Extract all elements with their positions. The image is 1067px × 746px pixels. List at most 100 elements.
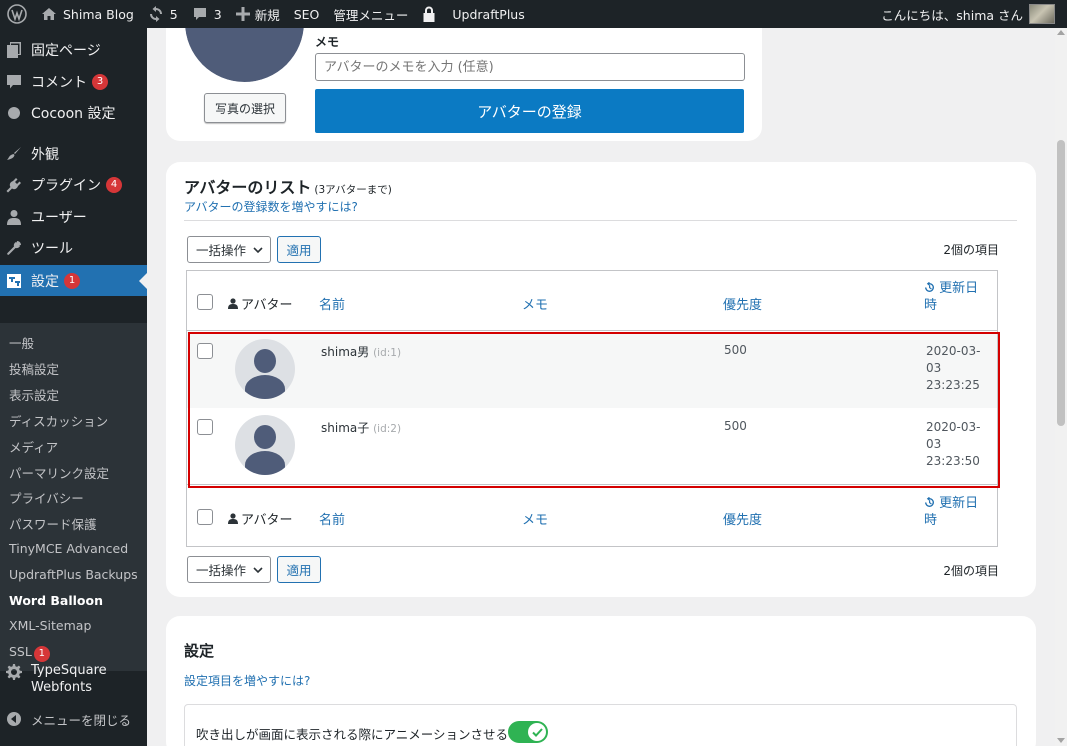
user-avatar bbox=[1029, 4, 1055, 24]
wrench-icon bbox=[6, 240, 22, 256]
memo-input[interactable] bbox=[315, 53, 745, 81]
admin-menu-link[interactable]: 管理メニュー bbox=[326, 0, 415, 28]
submenu-item-permalink[interactable]: パーマリンク設定 bbox=[9, 463, 109, 482]
avatar-priority: 500 bbox=[724, 343, 747, 357]
column-priority[interactable]: 優先度 bbox=[723, 294, 762, 313]
scrollbar-thumb[interactable] bbox=[1057, 140, 1065, 426]
user-icon bbox=[228, 298, 238, 309]
collapse-arrow-icon bbox=[6, 711, 22, 727]
column-memo[interactable]: メモ bbox=[522, 294, 548, 313]
select-photo-button[interactable]: 写真の選択 bbox=[204, 93, 286, 123]
sidebar-item-comments[interactable]: コメント 3 bbox=[0, 68, 147, 96]
column-avatar: アバター bbox=[228, 294, 292, 313]
bulk-action-select-bottom[interactable]: 一括操作 bbox=[187, 556, 271, 583]
column-name[interactable]: 名前 bbox=[319, 294, 345, 313]
avatar-id: (id:1) bbox=[373, 347, 402, 359]
wordpress-logo-icon[interactable] bbox=[0, 0, 34, 28]
table-header-row: アバター 名前 メモ 優先度 更新日 時 bbox=[187, 271, 997, 331]
bulk-action-label: 一括操作 bbox=[196, 243, 247, 258]
avatar-name: shima男 (id:1) bbox=[321, 343, 401, 360]
sidebar-item-plugins[interactable]: プラグイン 4 bbox=[0, 171, 147, 199]
sidebar-item-label: 設定 bbox=[31, 273, 59, 290]
sidebar-item-pages[interactable]: 固定ページ bbox=[0, 36, 147, 64]
sidebar-item-label: 外観 bbox=[31, 147, 59, 163]
collapse-menu-button[interactable]: メニューを閉じる bbox=[0, 708, 147, 730]
row-checkbox[interactable] bbox=[197, 419, 213, 435]
column-name[interactable]: 名前 bbox=[319, 509, 345, 528]
brush-icon bbox=[6, 146, 22, 162]
avatar-list-title: アバターのリスト bbox=[184, 178, 312, 197]
page-scrollbar[interactable] bbox=[1055, 28, 1067, 746]
item-count-bottom: 2個の項目 bbox=[943, 564, 999, 578]
comments-badge: 3 bbox=[92, 74, 108, 90]
item-count-top: 2個の項目 bbox=[943, 243, 999, 257]
chevron-down-icon bbox=[253, 242, 263, 257]
table-footer-row: アバター 名前 メモ 優先度 更新日 時 bbox=[187, 484, 997, 546]
submenu-item-privacy[interactable]: プライバシー bbox=[9, 488, 84, 507]
avatar-list-card: アバターのリスト (3アバターまで) アバターの登録数を増やすには? 一括操作 … bbox=[166, 162, 1036, 597]
select-all-checkbox-top[interactable] bbox=[197, 294, 213, 310]
avatar-register-card: メモ 写真の選択 アバターの登録 bbox=[166, 0, 762, 141]
apply-button-top[interactable]: 適用 bbox=[277, 236, 321, 263]
increase-avatars-link[interactable]: アバターの登録数を増やすには? bbox=[184, 198, 358, 215]
row-checkbox[interactable] bbox=[197, 343, 213, 359]
avatar-updated-date: 2020-03- bbox=[926, 344, 981, 358]
updates-link[interactable]: 5 bbox=[141, 0, 185, 28]
sidebar-item-appearance[interactable]: 外観 bbox=[0, 140, 147, 168]
site-name: Shima Blog bbox=[63, 6, 134, 22]
settings-submenu: 一般 投稿設定 表示設定 ディスカッション メディア パーマリンク設定 プライバ… bbox=[0, 323, 147, 671]
avatar-name-text: shima男 bbox=[321, 345, 370, 359]
table-row: shima子 (id:2) 500 2020-03- 03 23:23:50 bbox=[187, 408, 997, 484]
sidebar-item-settings[interactable]: 設定 1 bbox=[0, 265, 147, 296]
greeting: こんにちは、shima さん bbox=[881, 7, 1023, 23]
updraftplus-link[interactable]: UpdraftPlus bbox=[415, 0, 531, 28]
increase-settings-link[interactable]: 設定項目を増やすには? bbox=[184, 672, 310, 689]
submenu-item-writing[interactable]: 投稿設定 bbox=[9, 359, 59, 378]
submenu-item-updraftplus[interactable]: UpdraftPlus Backups bbox=[9, 567, 138, 582]
avatar-table: アバター 名前 メモ 優先度 更新日 時 shima男 (id:1) 500 2… bbox=[186, 270, 998, 547]
submenu-item-word-balloon[interactable]: Word Balloon bbox=[9, 593, 103, 608]
admin-bar: Shima Blog 5 3 新規 SEO 管理メニュー UpdraftPlus… bbox=[0, 0, 1067, 28]
submenu-item-password-protect[interactable]: パスワード保護 bbox=[9, 514, 97, 533]
bulk-action-select-top[interactable]: 一括操作 bbox=[187, 236, 271, 263]
submenu-item-discussion[interactable]: ディスカッション bbox=[9, 411, 108, 430]
submenu-item-label: SSL bbox=[9, 644, 32, 659]
submenu-item-reading[interactable]: 表示設定 bbox=[9, 385, 59, 404]
animation-toggle[interactable] bbox=[508, 721, 548, 743]
select-all-checkbox-bottom[interactable] bbox=[197, 509, 213, 525]
apply-button-bottom[interactable]: 適用 bbox=[277, 556, 321, 583]
column-updated-label-1: 更新日 bbox=[939, 281, 979, 296]
avatar-updated: 2020-03- 03 23:23:25 bbox=[926, 343, 997, 394]
column-priority[interactable]: 優先度 bbox=[723, 509, 762, 528]
new-content-link[interactable]: 新規 bbox=[229, 0, 287, 28]
gear-icon bbox=[6, 664, 22, 680]
seo-link[interactable]: SEO bbox=[287, 0, 327, 28]
sidebar-item-label: ユーザー bbox=[31, 210, 87, 226]
submenu-item-media[interactable]: メディア bbox=[9, 437, 58, 456]
admin-menu-label: 管理メニュー bbox=[333, 7, 409, 23]
avatar-thumbnail bbox=[235, 339, 295, 399]
column-memo[interactable]: メモ bbox=[522, 509, 548, 528]
divider bbox=[184, 220, 1017, 221]
column-updated-label-2: 時 bbox=[924, 298, 938, 313]
sidebar-item-cocoon[interactable]: Cocoon 設定 bbox=[0, 99, 147, 127]
submenu-item-tinymce[interactable]: TinyMCE Advanced bbox=[9, 541, 128, 556]
column-updated[interactable]: 更新日 時 bbox=[924, 280, 978, 314]
sidebar-item-tools[interactable]: ツール bbox=[0, 234, 147, 262]
scroll-down-arrow-icon[interactable] bbox=[1057, 738, 1065, 743]
table-row: shima男 (id:1) 500 2020-03- 03 23:23:25 bbox=[187, 332, 997, 408]
sidebar-item-users[interactable]: ユーザー bbox=[0, 203, 147, 231]
settings-row: 吹き出しが画面に表示される際にアニメーションさせる bbox=[184, 704, 1017, 746]
submenu-item-general[interactable]: 一般 bbox=[9, 333, 34, 352]
updraftplus-label: UpdraftPlus bbox=[452, 6, 525, 22]
site-name-link[interactable]: Shima Blog bbox=[34, 0, 141, 28]
submenu-item-xml-sitemap[interactable]: XML-Sitemap bbox=[9, 618, 91, 633]
submenu-item-ssl[interactable]: SSL 1 bbox=[9, 644, 50, 662]
avatar-updated-date: 2020-03- bbox=[926, 420, 981, 434]
my-account-link[interactable]: こんにちは、shima さん bbox=[874, 0, 1067, 28]
column-updated[interactable]: 更新日 時 bbox=[924, 495, 978, 529]
sidebar-item-typesquare[interactable]: TypeSquare Webfonts bbox=[0, 662, 147, 698]
register-avatar-button[interactable]: アバターの登録 bbox=[315, 89, 744, 133]
comments-link[interactable]: 3 bbox=[185, 0, 229, 28]
scroll-up-arrow-icon[interactable] bbox=[1057, 30, 1065, 35]
